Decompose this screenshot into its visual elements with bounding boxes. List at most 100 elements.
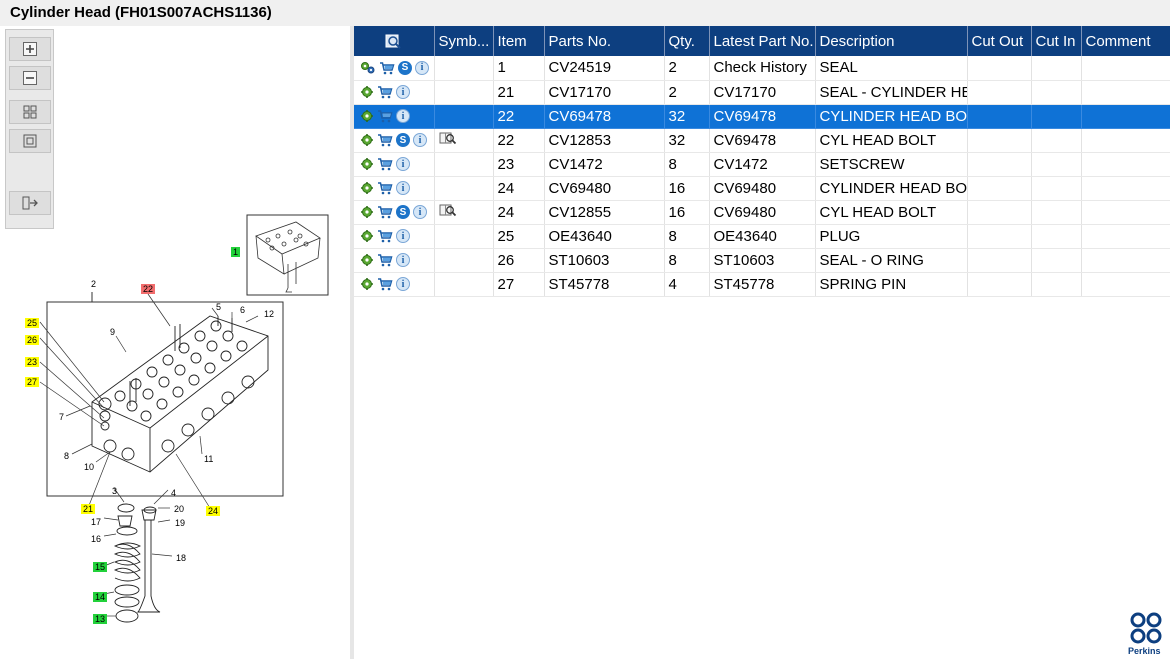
column-header-cut-in[interactable]: Cut In	[1031, 26, 1082, 56]
column-header-latest-part-no[interactable]: Latest Part No.	[709, 26, 816, 56]
brand-name: Perkins	[1128, 646, 1161, 656]
qty-cell: 16	[664, 200, 710, 225]
callout-21[interactable]: 21	[81, 504, 96, 514]
info-icon[interactable]: i	[396, 157, 410, 171]
table-row[interactable]: i 27 ST45778 4 ST45778 SPRING PIN	[354, 272, 1170, 297]
cart-icon[interactable]	[379, 61, 395, 75]
fit-window-button[interactable]	[9, 129, 51, 153]
column-header-search[interactable]	[354, 26, 435, 56]
callout-9: 9	[110, 327, 116, 337]
cart-icon[interactable]	[377, 133, 393, 147]
zoom-out-button[interactable]	[9, 66, 51, 90]
info-icon[interactable]: i	[413, 133, 427, 147]
service-s-icon[interactable]: S	[398, 60, 412, 75]
parts-no-cell: CV69480	[544, 176, 665, 201]
service-s-icon[interactable]: S	[396, 205, 410, 219]
settings-gear-icon[interactable]	[360, 133, 374, 147]
column-header-qty[interactable]: Qty.	[664, 26, 710, 56]
info-icon[interactable]: i	[396, 181, 410, 195]
callout-7: 7	[59, 412, 65, 422]
diagram-pane[interactable]: 1 2 22 5 6 12 9 25 26 23 27 7 8 10 11 3 …	[0, 26, 350, 659]
cart-icon[interactable]	[377, 205, 393, 219]
export-button[interactable]	[9, 191, 51, 215]
settings-gear-icon[interactable]	[360, 109, 374, 123]
table-row[interactable]: Si 1 CV24519 2 Check History SEAL	[354, 56, 1170, 81]
fit-window-icon	[23, 134, 37, 148]
table-row[interactable]: Si 22 CV12853 32 CV69478 CYL HEAD BOLT	[354, 128, 1170, 153]
fit-all-button[interactable]	[9, 100, 51, 124]
callout-22[interactable]: 22	[141, 284, 156, 294]
row-action-icons: i	[354, 248, 435, 273]
callout-15[interactable]: 15	[93, 562, 108, 572]
callout-23[interactable]: 23	[25, 357, 40, 367]
comment-cell	[1081, 80, 1170, 105]
cart-icon[interactable]	[377, 253, 393, 267]
parts-no-cell: CV12853	[544, 128, 665, 153]
table-row[interactable]: Si 24 CV12855 16 CV69480 CYL HEAD BOLT	[354, 200, 1170, 225]
cart-icon[interactable]	[377, 229, 393, 243]
settings-gear-icon[interactable]	[360, 277, 374, 291]
symbol-cell	[434, 248, 494, 273]
symbol-cell[interactable]	[434, 128, 494, 153]
zoom-in-button[interactable]	[9, 37, 51, 61]
settings-gear-icon[interactable]	[360, 181, 374, 195]
cart-icon[interactable]	[377, 109, 393, 123]
info-icon[interactable]: i	[396, 253, 410, 267]
parts-no-cell: OE43640	[544, 224, 665, 249]
column-header-comment[interactable]: Comment	[1081, 26, 1170, 56]
row-action-icons: Si	[354, 200, 435, 225]
comment-cell	[1081, 104, 1170, 129]
settings-gear-icon[interactable]	[360, 253, 374, 267]
cut-in-cell	[1031, 200, 1082, 225]
callout-26[interactable]: 26	[25, 335, 40, 345]
info-icon[interactable]: i	[396, 277, 410, 291]
cut-out-cell	[967, 248, 1032, 273]
cut-in-cell	[1031, 56, 1082, 81]
cart-icon[interactable]	[377, 85, 393, 99]
cut-in-cell	[1031, 80, 1082, 105]
cut-out-cell	[967, 272, 1032, 297]
table-row[interactable]: i24CV6948016CV69480CYLINDER HEAD BOLT	[354, 176, 1170, 201]
callout-14[interactable]: 14	[93, 592, 108, 602]
cart-icon[interactable]	[377, 181, 393, 195]
cut-out-cell	[967, 128, 1032, 153]
settings-gear-icon[interactable]	[360, 157, 374, 171]
callout-13[interactable]: 13	[93, 614, 108, 624]
callout-1[interactable]: 1	[231, 247, 241, 257]
info-icon[interactable]: i	[415, 60, 429, 75]
column-header-description[interactable]: Description	[815, 26, 968, 56]
table-row[interactable]: i22CV6947832CV69478CYLINDER HEAD BOLT	[354, 104, 1170, 129]
column-header-parts-no[interactable]: Parts No.	[544, 26, 665, 56]
info-icon[interactable]: i	[396, 85, 410, 99]
zoom-out-icon	[23, 71, 37, 85]
table-row[interactable]: i 26 ST10603 8 ST10603 SEAL - O RING	[354, 248, 1170, 273]
column-header-item[interactable]: Item	[493, 26, 545, 56]
callout-24[interactable]: 24	[206, 506, 221, 516]
symbol-cell[interactable]	[434, 200, 494, 225]
column-header-cut-out[interactable]: Cut Out	[967, 26, 1032, 56]
table-row[interactable]: i 25 OE43640 8 OE43640 PLUG	[354, 224, 1170, 249]
table-row[interactable]: i 23 CV1472 8 CV1472 SETSCREW	[354, 152, 1170, 177]
cart-icon[interactable]	[377, 277, 393, 291]
info-icon[interactable]: i	[413, 205, 427, 219]
settings-gear-icon[interactable]	[360, 85, 374, 99]
settings-gears-icon[interactable]	[360, 61, 376, 75]
cart-icon[interactable]	[377, 157, 393, 171]
illustration-lookup-icon[interactable]	[439, 131, 457, 145]
table-row[interactable]: i21CV171702CV17170SEAL - CYLINDER HEAD	[354, 80, 1170, 105]
info-icon[interactable]: i	[396, 109, 410, 123]
settings-gear-icon[interactable]	[360, 205, 374, 219]
qty-cell: 2	[664, 56, 710, 81]
parts-no-cell: ST10603	[544, 248, 665, 273]
callout-25[interactable]: 25	[25, 318, 40, 328]
qty-cell: 4	[664, 272, 710, 297]
callout-27[interactable]: 27	[25, 377, 40, 387]
column-header-symbol[interactable]: Symb...	[434, 26, 494, 56]
info-icon[interactable]: i	[396, 229, 410, 243]
latest-part-no-cell: ST10603	[709, 248, 816, 273]
description-cell: SEAL - O RING	[815, 248, 968, 273]
illustration-lookup-icon[interactable]	[439, 203, 457, 217]
settings-gear-icon[interactable]	[360, 229, 374, 243]
service-s-icon[interactable]: S	[396, 133, 410, 147]
description-cell: CYL HEAD BOLT	[815, 200, 968, 225]
